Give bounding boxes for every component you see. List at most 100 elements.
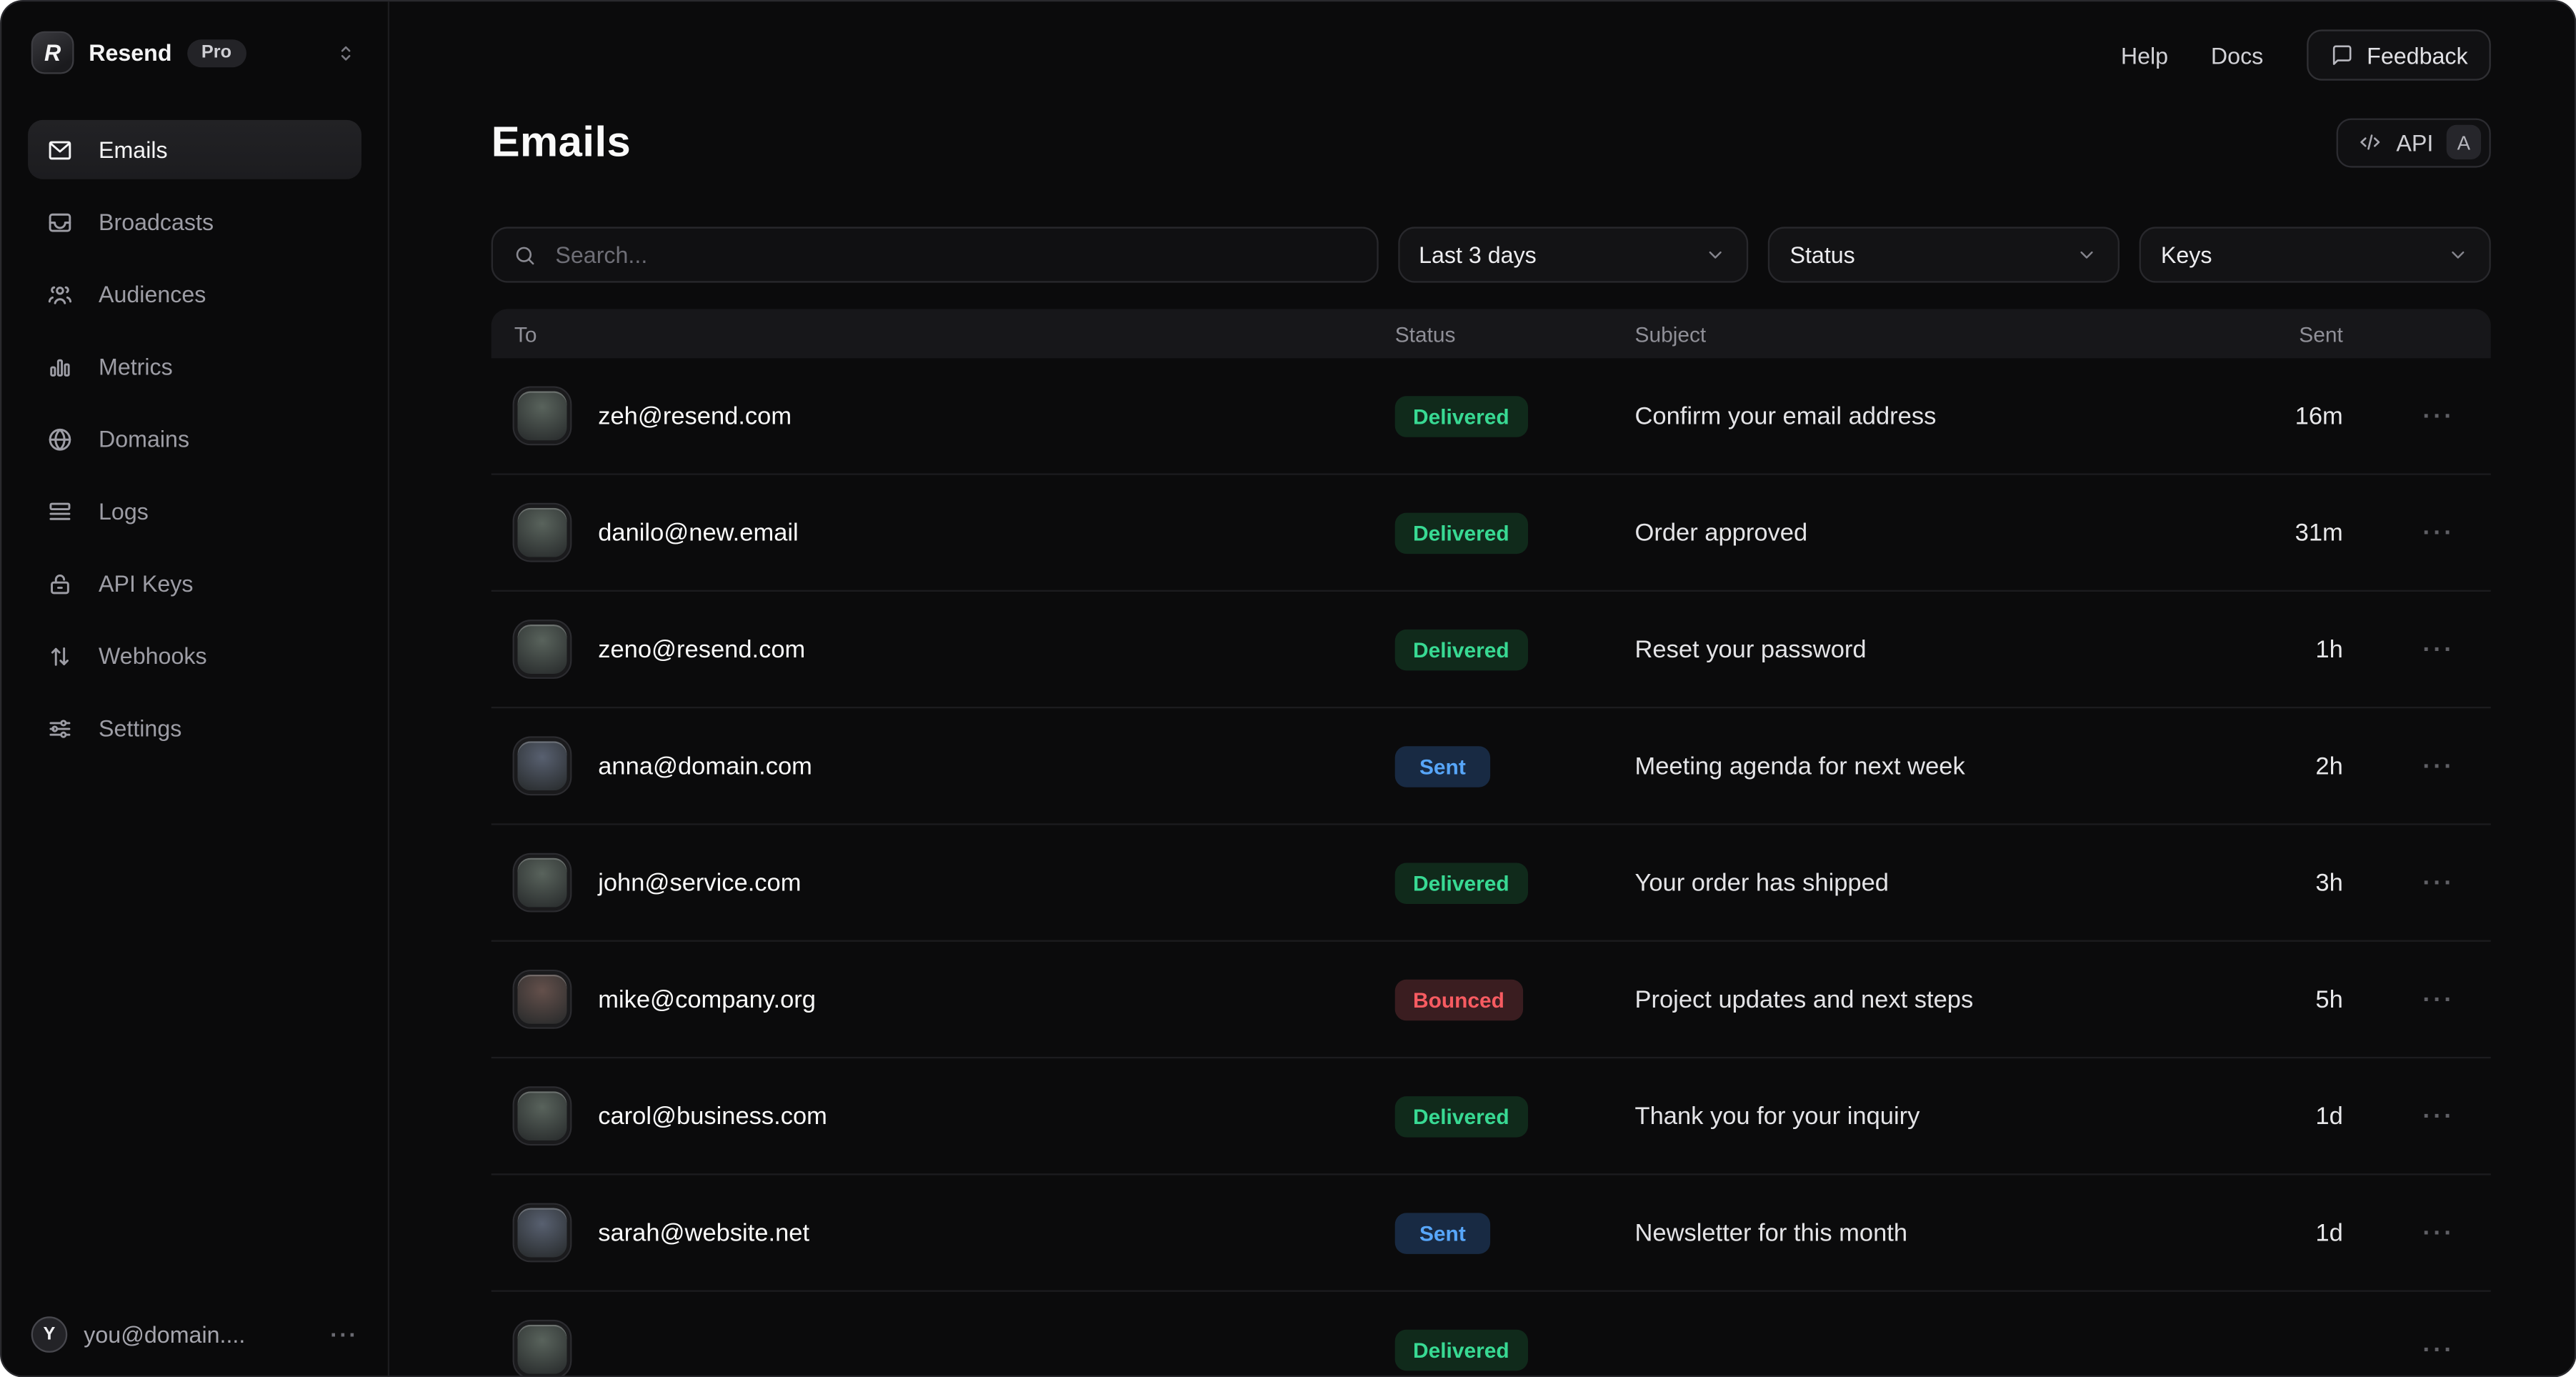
chart-icon [46,352,74,380]
email-envelope-icon [514,738,570,794]
row-menu-button[interactable]: ··· [2343,869,2468,897]
sidebar-nav: Emails Broadcasts Audiences Metrics Domains L… [28,120,361,1316]
recipient-email: mike@company.org [598,985,816,1013]
user-account-row[interactable]: Y you@domain.... ··· [28,1316,361,1353]
sidebar-item-settings[interactable]: Settings [28,699,361,758]
table-row[interactable]: zeno@resend.com Delivered Reset your pas… [491,592,2491,708]
filter-bar: Last 3 days Status Keys [491,227,2491,282]
mail-icon [46,136,74,164]
sidebar-item-label: Emails [99,136,168,163]
email-subject: Order approved [1635,519,2261,547]
email-envelope-icon [514,1321,570,1377]
app-window: R Resend Pro Emails Broadcasts Audiences Me… [0,0,2576,1377]
user-menu-button[interactable]: ··· [330,1321,358,1348]
topbar: Help Docs Feedback [491,1,2491,80]
emails-table: To Status Subject Sent zeh@resend.com De… [491,309,2491,1377]
page-title: Emails [491,116,631,167]
row-menu-button[interactable]: ··· [2343,752,2468,780]
search-icon [513,242,538,267]
keyboard-shortcut-badge: A [2447,125,2481,159]
status-badge: Delivered [1395,1095,1527,1137]
status-badge: Sent [1395,745,1490,787]
row-menu-button[interactable]: ··· [2343,402,2468,429]
sidebar-item-api-keys[interactable]: API Keys [28,554,361,613]
table-row[interactable]: anna@domain.com Sent Meeting agenda for … [491,708,2491,825]
table-row[interactable]: john@service.com Delivered Your order ha… [491,825,2491,942]
message-square-icon [2329,43,2354,67]
table-row[interactable]: Delivered ··· [491,1292,2491,1377]
sent-time: 5h [2261,985,2343,1013]
recipient-email: john@service.com [598,869,801,897]
sent-time: 1d [2261,1218,2343,1246]
chevrons-up-down-icon[interactable] [334,40,359,65]
table-row[interactable]: sarah@website.net Sent Newsletter for th… [491,1175,2491,1292]
arrows-up-down-icon [46,642,74,670]
table-row[interactable]: danilo@new.email Delivered Order approve… [491,475,2491,592]
filter-dropdown-status[interactable]: Status [1769,227,2120,282]
table-row[interactable]: carol@business.com Delivered Thank you f… [491,1058,2491,1175]
email-envelope-icon [514,621,570,677]
status-badge: Delivered [1395,1329,1527,1371]
column-header-sent: Sent [2261,322,2343,347]
sent-time: 31m [2261,519,2343,547]
search-box[interactable] [491,227,1378,282]
sidebar-item-label: Logs [99,498,149,525]
filter-dropdown-last-3-days[interactable]: Last 3 days [1397,227,1749,282]
sidebar-item-emails[interactable]: Emails [28,120,361,179]
workspace-name: Resend [89,39,171,66]
row-menu-button[interactable]: ··· [2343,1218,2468,1246]
column-header-subject: Subject [1635,322,2261,347]
recipient-email: sarah@website.net [598,1218,809,1246]
sliders-icon [46,714,74,742]
globe-icon [46,425,74,453]
row-menu-button[interactable]: ··· [2343,1336,2468,1363]
sidebar-item-label: Settings [99,715,181,742]
row-menu-button[interactable]: ··· [2343,985,2468,1013]
resend-logo-icon: R [31,31,74,74]
table-row[interactable]: zeh@resend.com Delivered Confirm your em… [491,358,2491,474]
sidebar-item-domains[interactable]: Domains [28,409,361,469]
email-subject: Reset your password [1635,635,2261,663]
top-link-docs[interactable]: Docs [2211,42,2263,69]
api-button[interactable]: API A [2337,117,2491,166]
email-envelope-icon [514,388,570,444]
chevron-down-icon [2075,243,2098,266]
sent-time: 1h [2261,635,2343,663]
filter-dropdown-keys[interactable]: Keys [2140,227,2491,282]
chevron-down-icon [2447,243,2470,266]
email-envelope-icon [514,971,570,1027]
rows-icon [46,497,74,525]
feedback-button[interactable]: Feedback [2306,29,2491,80]
sent-time: 2h [2261,752,2343,780]
recipient-email: zeno@resend.com [598,635,805,663]
search-input[interactable] [552,240,1357,269]
status-badge: Sent [1395,1212,1490,1253]
row-menu-button[interactable]: ··· [2343,635,2468,663]
top-link-help[interactable]: Help [2121,42,2168,69]
sidebar-item-broadcasts[interactable]: Broadcasts [28,192,361,252]
status-badge: Delivered [1395,512,1527,553]
table-body: zeh@resend.com Delivered Confirm your em… [491,358,2491,1377]
row-menu-button[interactable]: ··· [2343,1102,2468,1130]
email-subject: Meeting agenda for next week [1635,752,2261,780]
sidebar-item-webhooks[interactable]: Webhooks [28,626,361,685]
sidebar-item-logs[interactable]: Logs [28,482,361,541]
user-email: you@domain.... [84,1321,245,1348]
inbox-icon [46,208,74,236]
status-badge: Delivered [1395,395,1527,437]
column-header-status: Status [1395,322,1635,347]
sidebar-item-label: Domains [99,426,189,452]
sidebar: R Resend Pro Emails Broadcasts Audiences Me… [1,1,389,1376]
sidebar-item-label: Metrics [99,354,173,380]
sidebar-item-audiences[interactable]: Audiences [28,264,361,324]
row-menu-button[interactable]: ··· [2343,519,2468,547]
table-row[interactable]: mike@company.org Bounced Project updates… [491,942,2491,1058]
sent-time: 1d [2261,1102,2343,1130]
recipient-email: danilo@new.email [598,519,799,547]
email-subject: Thank you for your inquiry [1635,1102,2261,1130]
chevron-down-icon [1704,243,1727,266]
sidebar-item-metrics[interactable]: Metrics [28,337,361,397]
users-icon [46,280,74,308]
status-badge: Bounced [1395,979,1523,1020]
workspace-switcher[interactable]: R Resend Pro [28,28,361,74]
